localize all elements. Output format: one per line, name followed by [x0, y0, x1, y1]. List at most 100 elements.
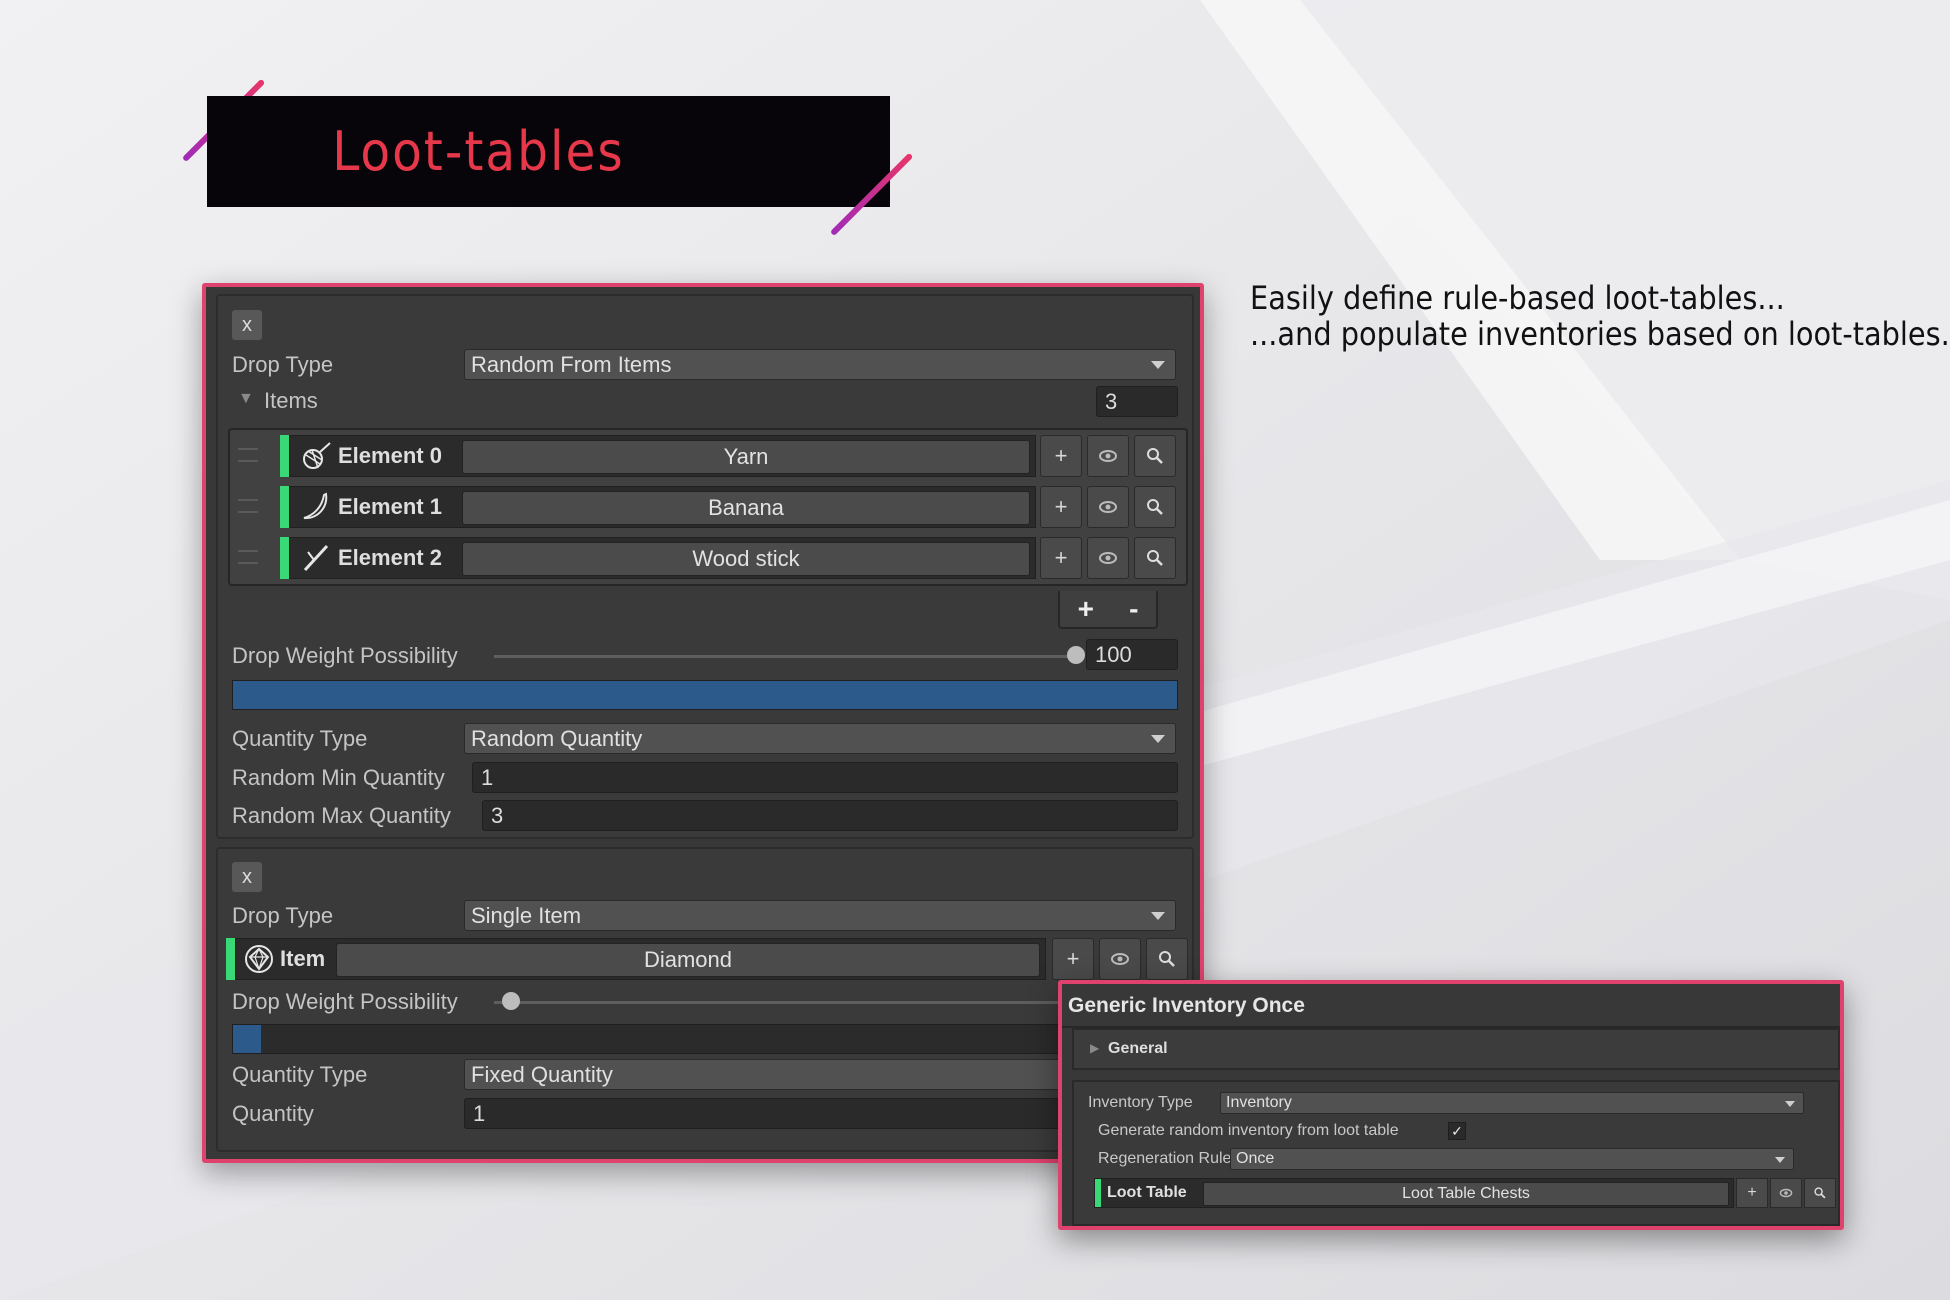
regeneration-rule-label: Regeneration Rule [1098, 1150, 1232, 1167]
remove-entry-button[interactable]: x [232, 310, 262, 340]
items-count-field[interactable]: 3 [1096, 386, 1178, 417]
drop-weight-bar [232, 1024, 1178, 1054]
drop-weight-bar-fill [233, 1025, 262, 1053]
drop-weight-field[interactable]: 100 [1086, 639, 1178, 670]
quantity-type-label: Quantity Type [232, 1062, 368, 1087]
banana-icon [303, 492, 328, 520]
quantity-label: Quantity [232, 1101, 314, 1126]
drop-type-label: Drop Type [232, 903, 334, 928]
quantity-type-dropdown[interactable]: Random Quantity [464, 723, 1176, 754]
drag-handle-icon[interactable] [238, 499, 258, 513]
drop-weight-slider-knob[interactable] [502, 992, 521, 1010]
row-accent [280, 435, 289, 477]
generate-random-checkbox[interactable]: ✓ [1448, 1122, 1466, 1140]
row-accent [280, 486, 289, 528]
diamond-icon [245, 945, 273, 973]
random-min-label: Random Min Quantity [232, 765, 445, 790]
quantity-type-value: Fixed Quantity [471, 1061, 613, 1087]
regeneration-rule-dropdown[interactable]: Once [1230, 1148, 1794, 1170]
eye-icon[interactable] [1099, 938, 1141, 980]
element-label: Element 0 [338, 443, 442, 468]
element-label: Element 1 [338, 494, 442, 519]
inventory-settings: Inventory Type Inventory Generate random… [1072, 1080, 1840, 1226]
list-item: Element 0 Yarn [280, 435, 1036, 477]
list-item: Element 2 Wood stick [280, 537, 1036, 579]
drop-weight-label: Drop Weight Possibility [232, 989, 458, 1014]
foldout-triangle-icon[interactable]: ▼ [238, 390, 254, 408]
eye-icon[interactable] [1087, 486, 1129, 528]
loot-table-label: Loot Table [1107, 1184, 1187, 1201]
remove-item-button[interactable]: - [1129, 593, 1138, 625]
add-item-button[interactable]: + [1078, 593, 1094, 625]
item-object-field[interactable]: Yarn [462, 440, 1030, 474]
search-icon[interactable] [1134, 537, 1176, 579]
generate-random-label: Generate random inventory from loot tabl… [1098, 1122, 1399, 1139]
chevron-down-icon [1775, 1157, 1785, 1163]
yarn-icon [303, 442, 331, 469]
drop-type-value: Single Item [471, 902, 582, 928]
inventory-type-dropdown[interactable]: Inventory [1220, 1092, 1804, 1114]
eye-icon[interactable] [1087, 537, 1129, 579]
drag-handle-icon[interactable] [238, 550, 258, 564]
element-label: Element 2 [338, 545, 442, 570]
drop-weight-slider[interactable] [494, 1001, 1076, 1004]
list-item: Element 1 Banana [280, 486, 1036, 528]
item-row: Item Diamond [226, 938, 1046, 980]
search-icon[interactable] [1804, 1178, 1836, 1208]
chevron-down-icon [1151, 735, 1165, 743]
loot-table-panel: x Drop Type Random From Items ▼ Items 3 … [202, 283, 1204, 1163]
drop-type-value: Random From Items [471, 351, 672, 377]
item-label: Item [280, 946, 326, 971]
search-icon[interactable] [1134, 486, 1176, 528]
add-button[interactable]: + [1040, 537, 1082, 579]
eye-icon[interactable] [1087, 435, 1129, 477]
drop-type-dropdown[interactable]: Single Item [464, 900, 1176, 931]
general-label: General [1108, 1040, 1168, 1057]
add-button[interactable]: + [1040, 435, 1082, 477]
remove-entry-button[interactable]: x [232, 862, 262, 892]
random-min-field[interactable]: 1 [472, 762, 1178, 793]
inventory-type-label: Inventory Type [1088, 1094, 1193, 1111]
quantity-type-label: Quantity Type [232, 726, 368, 751]
wood-stick-icon [303, 544, 329, 572]
loot-table-object-field[interactable]: Loot Table Chests [1203, 1182, 1729, 1206]
row-accent [280, 537, 289, 579]
random-max-label: Random Max Quantity [232, 803, 451, 828]
drop-weight-bar-fill [233, 681, 1177, 709]
add-button[interactable]: + [1052, 938, 1094, 980]
search-icon[interactable] [1146, 938, 1188, 980]
banner-title: Loot-tables [332, 120, 625, 183]
general-foldout[interactable]: ▶ General [1072, 1028, 1840, 1070]
drop-weight-slider[interactable] [494, 655, 1076, 658]
loot-table-row: Loot Table Loot Table Chests [1094, 1178, 1734, 1208]
foldout-triangle-icon[interactable]: ▶ [1090, 1041, 1099, 1055]
title-banner: Loot-tables [207, 96, 890, 207]
inventory-type-value: Inventory [1226, 1094, 1292, 1111]
loot-entry-2: x Drop Type Single Item Item Diamond + D… [216, 847, 1194, 1152]
drop-weight-label: Drop Weight Possibility [232, 643, 458, 668]
row-accent [226, 938, 235, 980]
drag-handle-icon[interactable] [238, 448, 258, 462]
eye-icon[interactable] [1770, 1178, 1802, 1208]
item-object-field[interactable]: Banana [462, 491, 1030, 525]
item-object-field[interactable]: Diamond [336, 943, 1040, 977]
list-add-remove-footer: + - [1058, 591, 1158, 629]
drop-weight-bar [232, 680, 1178, 710]
drop-weight-slider-knob[interactable] [1067, 646, 1085, 664]
row-accent [1095, 1179, 1101, 1207]
items-list: Element 0 Yarn + Element 1 Banana + Elem… [228, 428, 1188, 586]
item-object-field[interactable]: Wood stick [462, 542, 1030, 576]
items-label: Items [264, 388, 318, 413]
chevron-down-icon [1151, 912, 1165, 920]
loot-entry-1: x Drop Type Random From Items ▼ Items 3 … [216, 294, 1194, 839]
add-button[interactable]: + [1040, 486, 1082, 528]
regeneration-rule-value: Once [1236, 1150, 1275, 1167]
drop-type-dropdown[interactable]: Random From Items [464, 349, 1176, 380]
chevron-down-icon [1151, 361, 1165, 369]
generic-inventory-panel: Generic Inventory Once ▶ General Invento… [1058, 980, 1844, 1230]
description-line-1: Easily define rule-based loot-tables... [1250, 279, 1785, 317]
add-button[interactable]: + [1736, 1178, 1768, 1208]
random-max-field[interactable]: 3 [482, 800, 1178, 831]
quantity-type-value: Random Quantity [471, 725, 643, 751]
search-icon[interactable] [1134, 435, 1176, 477]
